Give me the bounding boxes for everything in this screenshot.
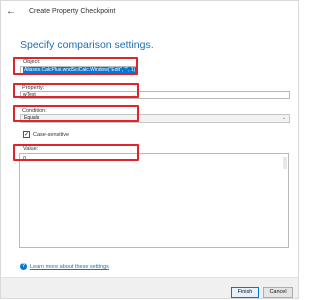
dialog-window: ← Create Property Checkpoint Specify com…: [0, 0, 299, 299]
textarea-scrollbar[interactable]: [283, 157, 287, 169]
window-title: Create Property Checkpoint: [29, 8, 116, 15]
page-heading: Specify comparison settings.: [20, 39, 154, 51]
back-arrow-icon[interactable]: ←: [6, 7, 16, 17]
condition-dropdown[interactable]: Equals ⌄: [20, 114, 290, 123]
finish-button[interactable]: Finish: [231, 287, 259, 298]
object-field[interactable]: Aliases.CalcPlus.wndSciCalc.Window("Edit…: [20, 66, 137, 74]
title-bar: ← Create Property Checkpoint: [1, 1, 298, 23]
property-field[interactable]: wText: [20, 91, 290, 99]
value-textarea[interactable]: 0.: [19, 153, 289, 248]
case-sensitive-checkbox[interactable]: ✓: [23, 131, 30, 138]
condition-selected: Equals: [24, 115, 40, 121]
case-sensitive-label: Case-sensitive: [33, 132, 70, 138]
learn-more-link[interactable]: Learn more about these settings: [30, 264, 109, 270]
value-text: 0.: [23, 156, 28, 162]
chevron-down-icon: ⌄: [281, 115, 286, 121]
object-value: Aliases.CalcPlus.wndSciCalc.Window("Edit…: [23, 67, 136, 73]
info-icon: ?: [20, 263, 27, 270]
cancel-button[interactable]: Cancel: [263, 287, 293, 298]
value-label: Value:: [23, 146, 39, 152]
object-label: Object:: [23, 59, 41, 65]
checkmark-icon: ✓: [24, 132, 30, 138]
